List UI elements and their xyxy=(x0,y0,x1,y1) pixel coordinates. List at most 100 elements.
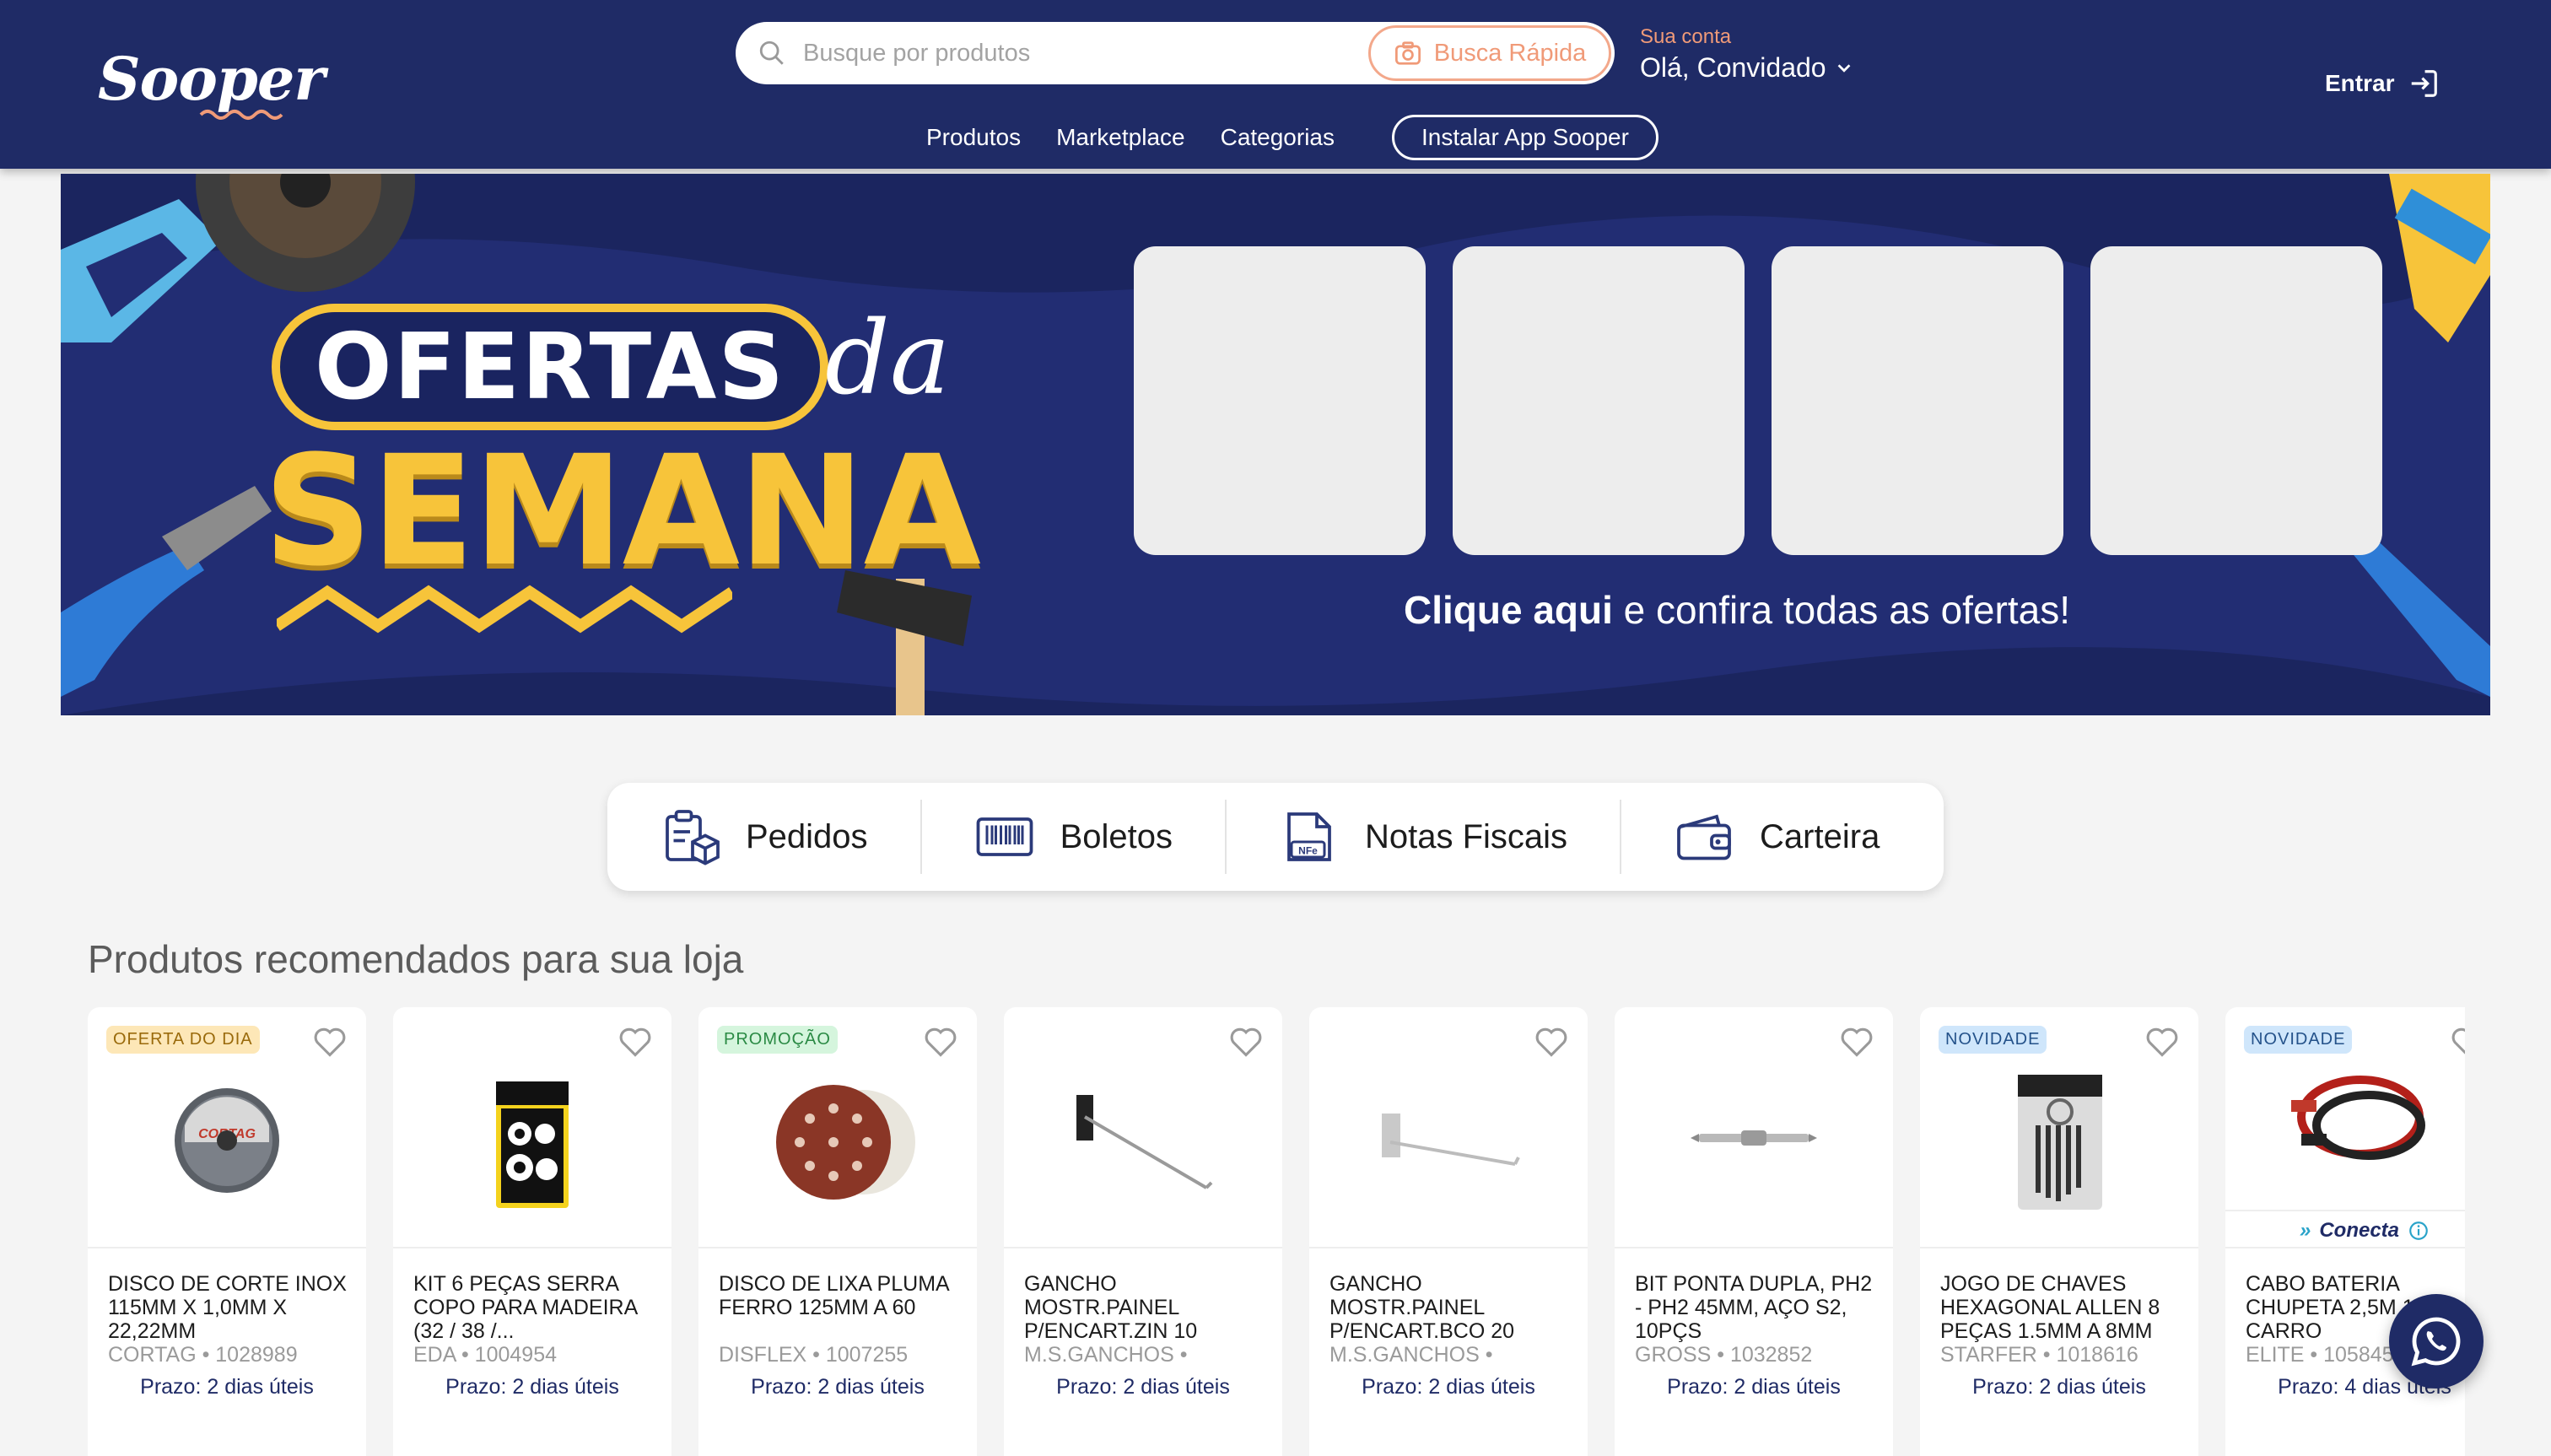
account-greeting: Olá, Convidado xyxy=(1640,52,1826,83)
banner-cta[interactable]: Clique aqui e confira todas as ofertas! xyxy=(1404,587,2070,633)
top-header: Sooper Busca Rápida Sua conta Olá, Convi… xyxy=(0,0,2551,169)
favorite-heart-icon[interactable] xyxy=(618,1026,653,1058)
login-icon xyxy=(2412,70,2438,97)
action-notas-fiscais[interactable]: NFe Notas Fiscais xyxy=(1227,800,1622,874)
ofertas-title: OFERTAS xyxy=(314,314,786,420)
product-card[interactable]: NOVIDADE JOGO DE CHAVES HEXAGONAL ALLEN … xyxy=(1920,1007,2198,1456)
offer-card-placeholder[interactable] xyxy=(1453,246,1745,555)
product-delivery-time: Prazo: 2 dias úteis xyxy=(445,1375,619,1399)
offer-badge: OFERTA DO DIA xyxy=(106,1026,260,1054)
offer-card-placeholder[interactable] xyxy=(1134,246,1426,555)
product-name: DISCO DE LIXA PLUMA FERRO 125MM A 60 xyxy=(719,1272,949,1319)
svg-text:NFe: NFe xyxy=(1298,844,1318,856)
nfe-document-icon: NFe xyxy=(1287,812,1331,861)
camera-icon xyxy=(1394,41,1421,65)
account-name: Olá, Convidado xyxy=(1640,52,1853,84)
action-label: Pedidos xyxy=(746,817,868,855)
favorite-heart-icon[interactable] xyxy=(1228,1026,1264,1058)
login-button[interactable]: Entrar xyxy=(2325,67,2440,100)
semana-title: SEMANA xyxy=(263,423,981,600)
nav-produtos[interactable]: Produtos xyxy=(926,124,1021,151)
action-boletos[interactable]: Boletos xyxy=(922,800,1227,874)
account-menu[interactable]: Sua conta Olá, Convidado xyxy=(1640,25,1853,84)
login-label: Entrar xyxy=(2325,70,2395,96)
info-icon[interactable] xyxy=(2408,1220,2430,1242)
product-brand-code: M.S.GANCHOS • xyxy=(1024,1343,1188,1367)
new-badge: NOVIDADE xyxy=(2244,1026,2353,1054)
da-script-text: da xyxy=(825,300,951,418)
action-label: Boletos xyxy=(1060,817,1173,855)
product-card[interactable]: CORTAG OFERTA DO DIA DISCO DE CORTE INOX… xyxy=(88,1007,366,1456)
product-card[interactable]: PROMOÇÃO DISCO DE LIXA PLUMA FERRO 125MM… xyxy=(698,1007,977,1456)
product-name: DISCO DE CORTE INOX 115MM X 1,0MM X 22,2… xyxy=(108,1272,347,1343)
promo-badge: PROMOÇÃO xyxy=(717,1026,838,1054)
account-label: Sua conta xyxy=(1640,25,1732,48)
new-badge: NOVIDADE xyxy=(1939,1026,2047,1054)
orders-icon xyxy=(666,810,720,866)
sooper-logo[interactable]: Sooper xyxy=(98,44,325,114)
chevrons-icon: » xyxy=(2299,1219,2311,1242)
product-brand-code: EDA • 1004954 xyxy=(413,1343,557,1367)
product-delivery-time: Prazo: 2 dias úteis xyxy=(140,1375,314,1399)
zigzag-decoration xyxy=(277,585,732,634)
quick-actions-bar: Pedidos Boletos NFe Notas Fiscais Cartei… xyxy=(607,783,1944,891)
chevron-down-icon xyxy=(1837,63,1850,73)
quick-search-button[interactable]: Busca Rápida xyxy=(1368,25,1611,81)
search-icon xyxy=(759,40,784,65)
nav-marketplace[interactable]: Marketplace xyxy=(1056,124,1185,151)
product-delivery-time: Prazo: 2 dias úteis xyxy=(751,1375,925,1399)
product-delivery-time: Prazo: 2 dias úteis xyxy=(1972,1375,2146,1399)
favorite-heart-icon[interactable] xyxy=(1534,1026,1569,1058)
wallet-icon xyxy=(1677,814,1731,860)
product-name: JOGO DE CHAVES HEXAGONAL ALLEN 8 PEÇAS 1… xyxy=(1940,1272,2160,1343)
product-brand-code: CORTAG • 1028989 xyxy=(108,1343,298,1367)
action-label: Notas Fiscais xyxy=(1364,817,1568,855)
favorite-heart-icon[interactable] xyxy=(923,1026,958,1058)
whatsapp-icon xyxy=(2411,1317,2461,1367)
search-bar: Busca Rápida xyxy=(736,22,1615,84)
product-name: GANCHO MOSTR.PAINEL P/ENCART.BCO 20 xyxy=(1329,1272,1515,1343)
action-carteira[interactable]: Carteira xyxy=(1621,800,1932,874)
conecta-tag: » Conecta xyxy=(2225,1210,2465,1250)
favorite-heart-icon[interactable] xyxy=(312,1026,348,1058)
product-brand-code: ELITE • 105845... xyxy=(2246,1343,2412,1367)
section-title: Produtos recomendados para sua loja xyxy=(88,937,744,981)
install-app-button[interactable]: Instalar App Sooper xyxy=(1392,115,1658,160)
nav-categorias[interactable]: Categorias xyxy=(1221,124,1335,151)
offer-card-placeholder[interactable] xyxy=(1772,246,2063,555)
product-card[interactable]: » Conecta NOVIDADE CABO BATERIA CHUPETA … xyxy=(2225,1007,2465,1456)
cta-rest: e confira todas as ofertas! xyxy=(1612,588,2070,632)
quick-search-label: Busca Rápida xyxy=(1433,39,1587,67)
product-delivery-time: Prazo: 2 dias úteis xyxy=(1362,1375,1535,1399)
weekly-offers-banner[interactable]: OFERTAS da SEMANA Clique aqui e confira … xyxy=(61,174,2490,715)
conecta-label: Conecta xyxy=(2319,1219,2400,1242)
offer-card-placeholder[interactable] xyxy=(2090,246,2382,555)
favorite-heart-icon[interactable] xyxy=(1839,1026,1874,1058)
product-card[interactable]: BIT PONTA DUPLA, PH2 - PH2 45MM, AÇO S2,… xyxy=(1615,1007,1893,1456)
product-name: BIT PONTA DUPLA, PH2 - PH2 45MM, AÇO S2,… xyxy=(1635,1272,1873,1343)
cta-bold: Clique aqui xyxy=(1404,588,1613,632)
product-card[interactable]: GANCHO MOSTR.PAINEL P/ENCART.BCO 20 M.S.… xyxy=(1309,1007,1588,1456)
product-brand-code: DISFLEX • 1007255 xyxy=(719,1343,909,1367)
main-nav: Produtos Marketplace Categorias Instalar… xyxy=(926,115,1658,160)
product-name: KIT 6 PEÇAS SERRA COPO PARA MADEIRA (32 … xyxy=(413,1272,637,1343)
product-brand-code: STARFER • 1018616 xyxy=(1940,1343,2138,1367)
offer-cards xyxy=(1134,246,2382,555)
action-label: Carteira xyxy=(1760,817,1880,855)
product-delivery-time: Prazo: 2 dias úteis xyxy=(1056,1375,1230,1399)
product-brand-code: M.S.GANCHOS • xyxy=(1329,1343,1493,1367)
search-input[interactable] xyxy=(803,22,1410,84)
product-card[interactable]: KIT 6 PEÇAS SERRA COPO PARA MADEIRA (32 … xyxy=(393,1007,671,1456)
logo-squiggle xyxy=(199,110,283,120)
favorite-heart-icon[interactable] xyxy=(2144,1026,2180,1058)
product-carousel: CORTAG OFERTA DO DIA DISCO DE CORTE INOX… xyxy=(88,1007,2465,1456)
product-card[interactable]: GANCHO MOSTR.PAINEL P/ENCART.ZIN 10 M.S.… xyxy=(1004,1007,1282,1456)
action-pedidos[interactable]: Pedidos xyxy=(607,800,922,874)
product-brand-code: GROSS • 1032852 xyxy=(1635,1343,1813,1367)
product-delivery-time: Prazo: 2 dias úteis xyxy=(1667,1375,1841,1399)
ofertas-title-box: OFERTAS xyxy=(272,304,828,430)
favorite-heart-icon[interactable] xyxy=(2450,1026,2465,1058)
whatsapp-chat-button[interactable] xyxy=(2389,1294,2484,1389)
product-name: GANCHO MOSTR.PAINEL P/ENCART.ZIN 10 xyxy=(1024,1272,1198,1343)
barcode-icon xyxy=(976,817,1033,856)
